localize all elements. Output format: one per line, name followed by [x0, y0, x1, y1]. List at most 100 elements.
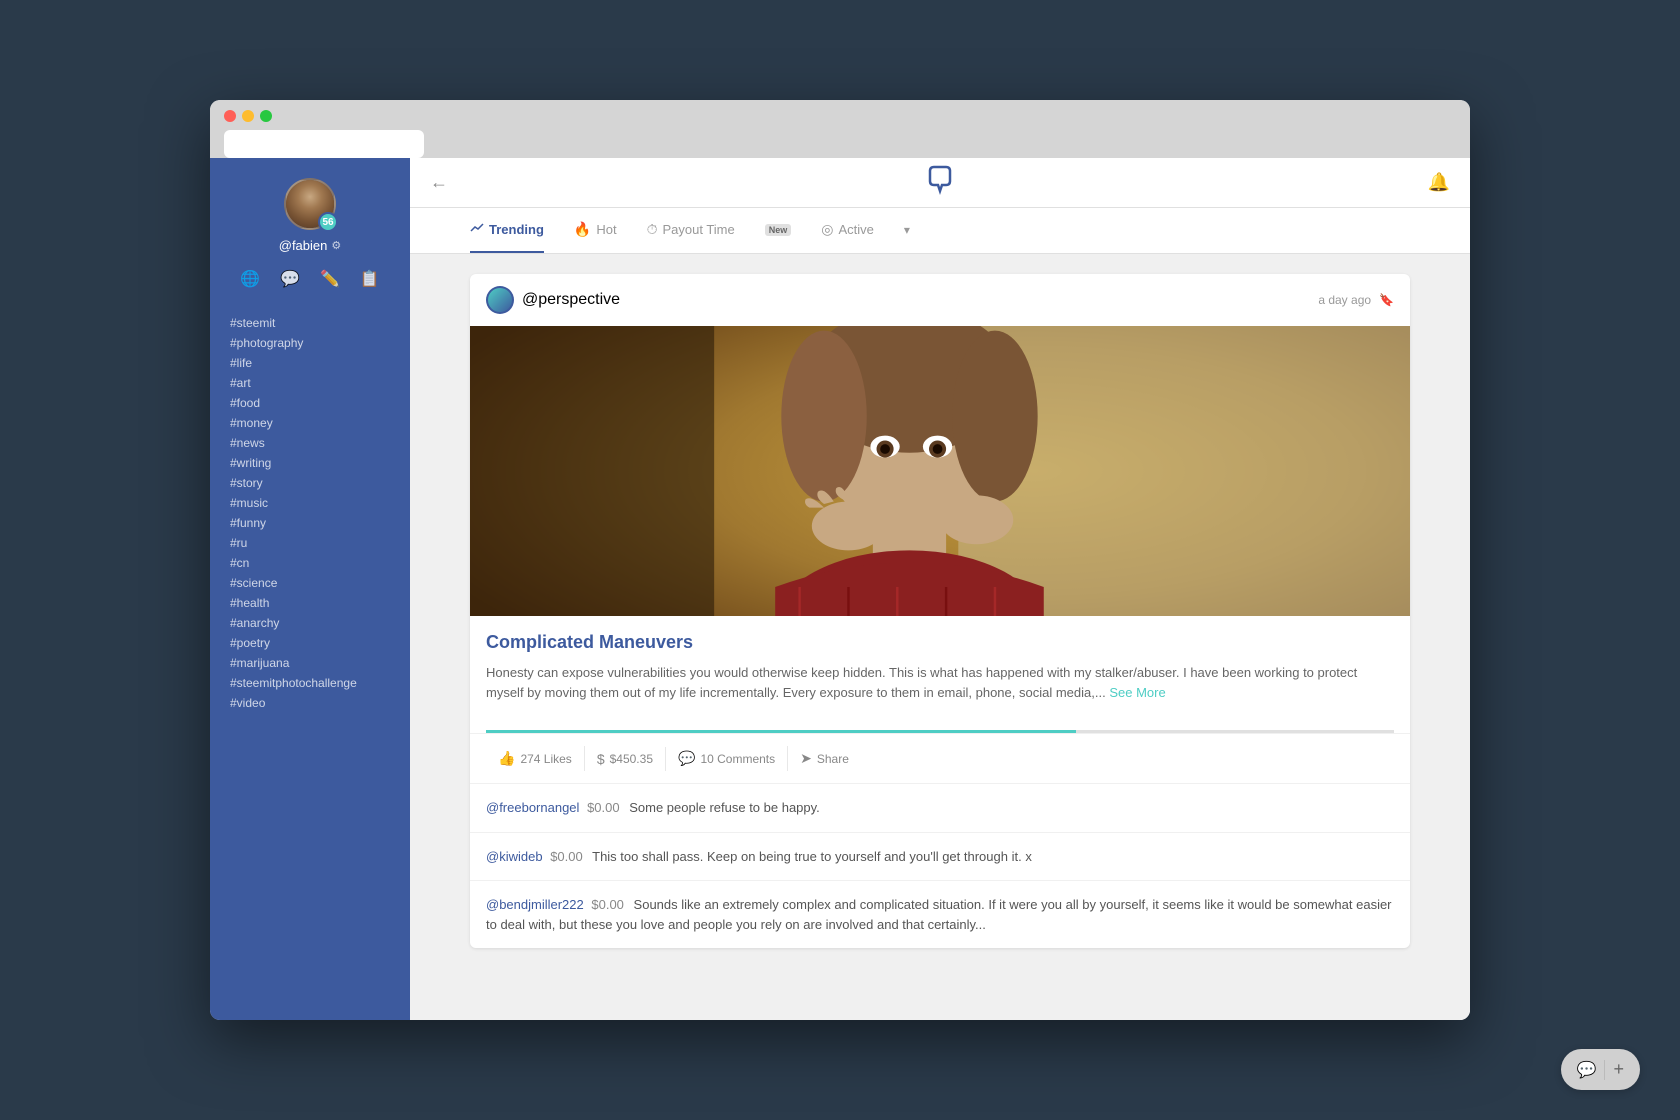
tab-new[interactable]: New	[765, 208, 792, 253]
close-dot[interactable]	[224, 110, 236, 122]
post-meta: a day ago 🔖	[1318, 293, 1394, 307]
post-time: a day ago	[1318, 293, 1371, 307]
comment-icon: 💬	[678, 750, 695, 767]
sidebar: 56 @fabien ⚙ 🌐 💬 ✏️ 📋 #steemit #photogra…	[210, 158, 410, 1020]
hashtag-science[interactable]: #science	[230, 573, 390, 593]
active-icon: ◎	[821, 221, 833, 238]
clock-icon: ⏱	[647, 221, 658, 238]
share-icon: ➤	[800, 750, 812, 767]
edit-icon[interactable]: ✏️	[320, 269, 340, 289]
minimize-dot[interactable]	[242, 110, 254, 122]
hashtag-steemit[interactable]: #steemit	[230, 313, 390, 333]
post-amount: $450.35	[610, 752, 653, 766]
post-excerpt: Honesty can expose vulnerabilities you w…	[486, 663, 1394, 702]
username-text: @fabien	[279, 238, 328, 253]
sidebar-nav-icons: 🌐 💬 ✏️ 📋	[240, 269, 380, 289]
likes-count: 274 Likes	[520, 752, 571, 766]
hashtag-steemitphotochallenge[interactable]: #steemitphotochallenge	[230, 673, 390, 693]
app-logo	[924, 163, 956, 202]
main-area: ← 🔔 Trending 🔥 Hot	[410, 158, 1470, 1020]
see-more-link[interactable]: See More	[1109, 685, 1165, 700]
top-nav: ← 🔔	[410, 158, 1470, 208]
new-badge: New	[765, 224, 792, 236]
comments-count: 10 Comments	[700, 752, 775, 766]
hashtag-list: #steemit #photography #life #art #food #…	[210, 313, 410, 713]
post-image	[470, 326, 1410, 616]
chat-icon[interactable]: 💬	[280, 269, 300, 289]
tab-active-label: Active	[838, 222, 873, 237]
gear-icon[interactable]: ⚙	[331, 239, 341, 252]
hashtag-health[interactable]: #health	[230, 593, 390, 613]
tab-hot-label: Hot	[596, 222, 616, 237]
post-card: @perspective a day ago 🔖	[470, 274, 1410, 948]
post-body: Complicated Maneuvers Honesty can expose…	[470, 616, 1410, 718]
fab-plus-icon[interactable]: +	[1613, 1059, 1624, 1080]
hashtag-food[interactable]: #food	[230, 393, 390, 413]
comment-amount-1: $0.00	[587, 800, 620, 815]
hashtag-ru[interactable]: #ru	[230, 533, 390, 553]
feed: @perspective a day ago 🔖	[410, 254, 1470, 1020]
hashtag-anarchy[interactable]: #anarchy	[230, 613, 390, 633]
avatar-container: 56	[284, 178, 336, 230]
tab-payout-label: Payout Time	[662, 222, 734, 237]
globe-icon[interactable]: 🌐	[240, 269, 260, 289]
post-header: @perspective a day ago 🔖	[470, 274, 1410, 326]
tab-bar: Trending 🔥 Hot ⏱ Payout Time New ◎ Activ…	[410, 208, 1470, 254]
address-bar[interactable]	[224, 130, 424, 158]
author-avatar	[486, 286, 514, 314]
comment-author-2[interactable]: @kiwideb	[486, 849, 543, 864]
share-button[interactable]: ➤ Share	[788, 746, 861, 771]
hashtag-life[interactable]: #life	[230, 353, 390, 373]
post-title[interactable]: Complicated Maneuvers	[486, 632, 1394, 653]
hashtag-photography[interactable]: #photography	[230, 333, 390, 353]
comment-text-2: This too shall pass. Keep on being true …	[592, 849, 1032, 864]
notification-bell-icon[interactable]: 🔔	[1428, 172, 1450, 193]
tab-trending-label: Trending	[489, 222, 544, 237]
dollar-icon: $	[597, 751, 605, 767]
trending-icon	[470, 221, 484, 238]
author-name[interactable]: @perspective	[522, 291, 620, 309]
hashtag-poetry[interactable]: #poetry	[230, 633, 390, 653]
fab-chat-icon: 💬	[1577, 1060, 1597, 1080]
thumbs-up-icon: 👍	[498, 750, 515, 767]
comment-author-3[interactable]: @bendjmiller222	[486, 897, 584, 912]
comment-amount-3: $0.00	[591, 897, 624, 912]
back-button[interactable]: ←	[430, 172, 448, 193]
amount-button[interactable]: $ $450.35	[585, 747, 666, 771]
hashtag-story[interactable]: #story	[230, 473, 390, 493]
share-label: Share	[817, 752, 849, 766]
maximize-dot[interactable]	[260, 110, 272, 122]
hashtag-funny[interactable]: #funny	[230, 513, 390, 533]
fab-button[interactable]: 💬 +	[1561, 1049, 1640, 1090]
username[interactable]: @fabien ⚙	[279, 238, 342, 253]
comment-text-1: Some people refuse to be happy.	[629, 800, 820, 815]
comment-author-1[interactable]: @freebornangel	[486, 800, 579, 815]
comment-section: @freebornangel $0.00 Some people refuse …	[470, 783, 1410, 948]
comment-2: @kiwideb $0.00 This too shall pass. Keep…	[470, 832, 1410, 881]
hashtag-music[interactable]: #music	[230, 493, 390, 513]
hashtag-writing[interactable]: #writing	[230, 453, 390, 473]
post-actions: 👍 274 Likes $ $450.35 💬 10 Comments	[470, 733, 1410, 783]
likes-button[interactable]: 👍 274 Likes	[486, 746, 585, 771]
hashtag-marijuana[interactable]: #marijuana	[230, 653, 390, 673]
wallet-icon[interactable]: 📋	[360, 269, 380, 289]
bookmark-icon[interactable]: 🔖	[1379, 293, 1394, 307]
hot-icon: 🔥	[574, 221, 591, 238]
comment-amount-2: $0.00	[550, 849, 583, 864]
hashtag-art[interactable]: #art	[230, 373, 390, 393]
tab-active[interactable]: ◎ Active	[821, 208, 874, 253]
tab-payout[interactable]: ⏱ Payout Time	[647, 208, 735, 253]
hashtag-cn[interactable]: #cn	[230, 553, 390, 573]
tab-hot[interactable]: 🔥 Hot	[574, 208, 617, 253]
hashtag-video[interactable]: #video	[230, 693, 390, 713]
post-author[interactable]: @perspective	[486, 286, 620, 314]
notification-badge: 56	[318, 212, 338, 232]
fab-area: 💬 +	[1561, 1049, 1640, 1090]
comment-1: @freebornangel $0.00 Some people refuse …	[470, 783, 1410, 832]
hashtag-money[interactable]: #money	[230, 413, 390, 433]
comments-button[interactable]: 💬 10 Comments	[666, 746, 788, 771]
hashtag-news[interactable]: #news	[230, 433, 390, 453]
tab-trending[interactable]: Trending	[470, 208, 544, 253]
comment-3: @bendjmiller222 $0.00 Sounds like an ext…	[470, 880, 1410, 948]
tabs-more-button[interactable]: ▾	[904, 208, 910, 253]
